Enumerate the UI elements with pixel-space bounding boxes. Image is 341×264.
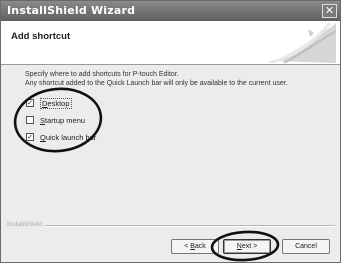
desktop-label[interactable]: Desktop — [40, 98, 72, 109]
description-text: Specify where to add shortcuts for P-tou… — [25, 71, 288, 88]
startup-menu-label[interactable]: Startup menu — [40, 116, 85, 125]
startup-menu-checkbox[interactable] — [26, 116, 34, 125]
description-line-2: Any shortcut added to the Quick Launch b… — [25, 79, 288, 87]
desktop-label-rest: esktop — [47, 99, 70, 108]
close-button[interactable]: ✕ — [322, 4, 337, 18]
quick-launch-checkbox[interactable]: ✓ — [26, 133, 34, 142]
option-desktop[interactable]: ✓ Desktop — [26, 98, 72, 109]
page-title: Add shortcut — [11, 31, 71, 42]
next-button[interactable]: Next > — [223, 239, 271, 254]
installshield-wizard-window: InstallShield Wizard ✕ Add shortcut Spec… — [0, 0, 341, 263]
back-label-rest: ack — [194, 243, 206, 250]
header-banner-graphic — [268, 23, 336, 63]
quick-launch-label-rest: uick launch bar — [45, 133, 97, 142]
wizard-header: Add shortcut — [1, 21, 340, 65]
check-icon: ✓ — [27, 133, 33, 142]
installshield-brand-label: InstallShield — [7, 221, 43, 228]
window-title: InstallShield Wizard — [7, 4, 136, 17]
back-button[interactable]: < Back — [171, 239, 219, 254]
desktop-checkbox[interactable]: ✓ — [26, 99, 34, 108]
startup-label-rest: tartup menu — [45, 116, 86, 125]
option-startup-menu[interactable]: Startup menu — [26, 116, 85, 125]
footer-separator — [45, 225, 335, 227]
quick-launch-label[interactable]: Quick launch bar — [40, 133, 96, 142]
cancel-button[interactable]: Cancel — [282, 239, 330, 254]
title-bar[interactable]: InstallShield Wizard ✕ — [1, 1, 340, 21]
next-label-rest: ext > — [241, 243, 258, 250]
check-icon: ✓ — [27, 99, 33, 108]
option-quick-launch-bar[interactable]: ✓ Quick launch bar — [26, 133, 96, 142]
close-icon: ✕ — [324, 4, 335, 17]
description-line-1: Specify where to add shortcuts for P-tou… — [25, 71, 179, 78]
